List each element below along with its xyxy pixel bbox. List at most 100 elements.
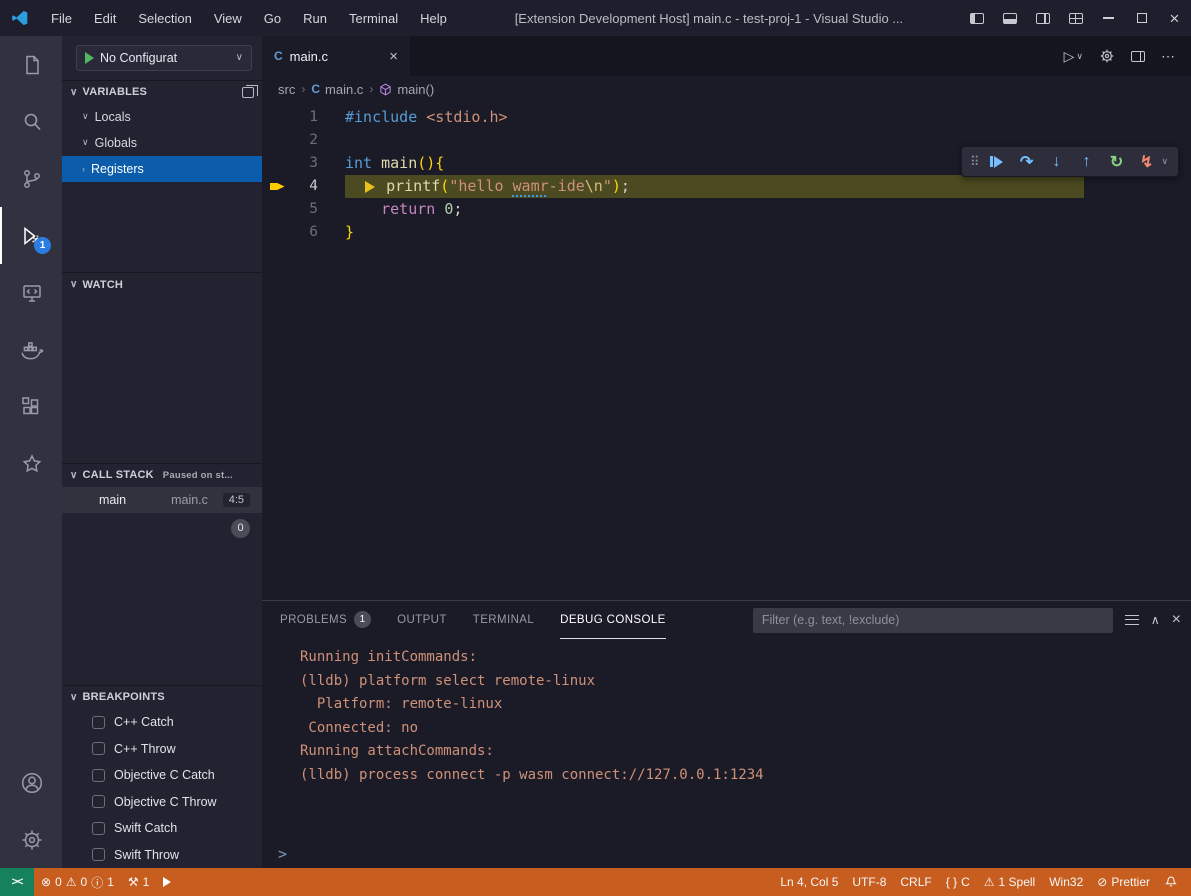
cursor-position-item[interactable]: Ln 4, Col 5: [773, 868, 845, 896]
customize-layout-button[interactable]: [1059, 0, 1092, 36]
chevron-down-icon[interactable]: ∨: [1162, 156, 1169, 167]
step-into-button[interactable]: ↓: [1044, 149, 1070, 174]
breadcrumb-main-c[interactable]: C main.c: [311, 82, 363, 97]
close-panel-button[interactable]: ×: [1172, 611, 1181, 629]
variables-section-header[interactable]: ∨ VARIABLES: [62, 81, 262, 104]
breakpoint-row[interactable]: C++ Throw: [62, 735, 262, 762]
breakpoint-checkbox[interactable]: [92, 769, 105, 782]
toolchain-status-item[interactable]: ⚒ 1: [121, 868, 156, 896]
run-or-debug-button[interactable]: ▷∨: [1058, 44, 1089, 69]
activity-search-button[interactable]: [0, 93, 62, 150]
code-line[interactable]: 5 return 0;: [262, 198, 1191, 221]
toggle-panel-button[interactable]: [993, 0, 1026, 36]
problems-status-item[interactable]: ⊗ 0 ⚠ 0 ⓘ 1: [34, 868, 121, 896]
activity-extensions-button[interactable]: [0, 378, 62, 435]
breakpoint-checkbox[interactable]: [92, 848, 105, 861]
spell-checker-item[interactable]: ⚠ 1 Spell: [977, 868, 1042, 896]
variables-item-globals[interactable]: ∨ Globals: [62, 130, 262, 156]
code-editor[interactable]: 1#include <stdio.h>23int main(){4 printf…: [262, 102, 1191, 600]
restart-button[interactable]: ↻: [1104, 149, 1130, 174]
disconnect-button[interactable]: ↯: [1134, 149, 1160, 174]
drag-grip-icon[interactable]: ⠿: [970, 154, 980, 170]
menu-item[interactable]: Selection: [127, 0, 202, 36]
variables-item-locals[interactable]: ∨ Locals: [62, 104, 262, 130]
minimize-button[interactable]: [1092, 0, 1125, 36]
activity-run-debug-button[interactable]: 1: [0, 207, 62, 264]
breakpoint-row[interactable]: Swift Throw: [62, 841, 262, 868]
step-over-button[interactable]: ↷: [1014, 149, 1040, 174]
breakpoint-row[interactable]: Swift Catch: [62, 815, 262, 842]
watch-section-header[interactable]: ∨ WATCH: [62, 273, 262, 296]
activity-favorites-button[interactable]: [0, 435, 62, 492]
code-line[interactable]: 6}: [262, 221, 1191, 244]
accounts-button[interactable]: [0, 754, 62, 811]
tab-debug-console[interactable]: DEBUG CONSOLE: [560, 601, 666, 639]
tab-problems[interactable]: PROBLEMS 1: [280, 601, 371, 639]
step-out-button[interactable]: ↑: [1074, 149, 1100, 174]
console-filter-input[interactable]: [753, 608, 1113, 633]
continue-button[interactable]: [984, 149, 1010, 174]
symbol-method-icon: [379, 83, 392, 96]
launch-configuration-dropdown[interactable]: No Configurat ∨: [76, 45, 252, 71]
call-stack-section-header[interactable]: ∨ CALL STACK Paused on st...: [62, 464, 262, 487]
collapse-all-icon[interactable]: [242, 87, 254, 98]
line-number: 3: [292, 152, 318, 175]
toggle-primary-sidebar-button[interactable]: [960, 0, 993, 36]
debug-status-item[interactable]: [156, 868, 178, 896]
menu-item[interactable]: View: [203, 0, 253, 36]
code-line-content: printf("hello wamr-ide\n");: [345, 175, 1084, 198]
menu-item[interactable]: File: [40, 0, 83, 36]
code-line-content: #include <stdio.h>: [345, 106, 508, 129]
eol-item[interactable]: CRLF: [893, 868, 938, 896]
activity-explorer-button[interactable]: [0, 36, 62, 93]
encoding-item[interactable]: UTF-8: [845, 868, 893, 896]
console-options-button[interactable]: [1125, 615, 1139, 625]
breakpoint-row[interactable]: Objective C Throw: [62, 788, 262, 815]
variables-item-registers[interactable]: › Registers: [62, 156, 262, 182]
breakpoints-section-header[interactable]: ∨ BREAKPOINTS: [62, 686, 262, 709]
menu-item[interactable]: Edit: [83, 0, 127, 36]
code-line[interactable]: 1#include <stdio.h>: [262, 106, 1191, 129]
breakpoint-row[interactable]: Objective C Catch: [62, 762, 262, 789]
stack-frame-row[interactable]: main main.c 4:5: [62, 487, 262, 513]
settings-button[interactable]: [0, 811, 62, 868]
platform-item[interactable]: Win32: [1042, 868, 1090, 896]
close-window-button[interactable]: ×: [1158, 0, 1191, 36]
breadcrumb-main-symbol[interactable]: main(): [379, 82, 434, 97]
menu-item[interactable]: Help: [409, 0, 458, 36]
activity-remote-explorer-button[interactable]: [0, 264, 62, 321]
tab-terminal[interactable]: TERMINAL: [473, 601, 534, 639]
tab-output[interactable]: OUTPUT: [397, 601, 447, 639]
more-actions-button[interactable]: ⋯: [1155, 44, 1181, 69]
breakpoint-row[interactable]: C++ Catch: [62, 709, 262, 736]
activity-docker-button[interactable]: [0, 321, 62, 378]
maximize-panel-button[interactable]: ∧: [1151, 613, 1160, 627]
toggle-secondary-sidebar-button[interactable]: [1026, 0, 1059, 36]
editor-actions: ▷∨ ⋯: [1058, 36, 1191, 76]
console-prompt-row[interactable]: >: [262, 840, 1191, 868]
current-execution-arrow[interactable]: [262, 181, 292, 192]
code-line[interactable]: 4 printf("hello wamr-ide\n");: [262, 175, 1191, 198]
notifications-item[interactable]: [1157, 868, 1185, 896]
debug-console-output[interactable]: Running initCommands: (lldb) platform se…: [262, 639, 1191, 840]
breakpoint-checkbox[interactable]: [92, 822, 105, 835]
editor-settings-button[interactable]: [1093, 44, 1121, 68]
breakpoint-checkbox[interactable]: [92, 716, 105, 729]
titlebar: File Edit Selection View Go Run Terminal…: [0, 0, 1191, 36]
remote-indicator[interactable]: ><: [0, 868, 34, 896]
formatter-item[interactable]: ⊘ Prettier: [1090, 868, 1157, 896]
menu-item[interactable]: Terminal: [338, 0, 409, 36]
panel-tab-label: TERMINAL: [473, 614, 534, 626]
split-editor-button[interactable]: [1125, 47, 1151, 66]
menu-item[interactable]: Go: [253, 0, 292, 36]
breakpoint-checkbox[interactable]: [92, 742, 105, 755]
activity-source-control-button[interactable]: [0, 150, 62, 207]
tab-main-c[interactable]: C main.c ×: [262, 36, 410, 76]
menu-item[interactable]: Run: [292, 0, 338, 36]
maximize-button[interactable]: [1125, 0, 1158, 36]
close-tab-icon[interactable]: ×: [389, 48, 398, 65]
tools-icon: ⚒: [128, 875, 139, 889]
breakpoint-checkbox[interactable]: [92, 795, 105, 808]
breadcrumb-src[interactable]: src: [278, 82, 295, 97]
language-mode-item[interactable]: { } C: [939, 868, 977, 896]
